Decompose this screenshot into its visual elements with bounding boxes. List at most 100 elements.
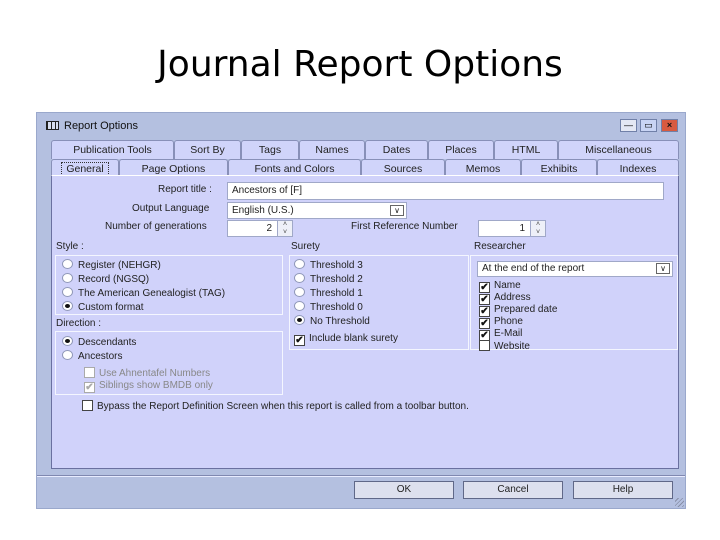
style-label: Style : xyxy=(56,241,84,252)
tab-html[interactable]: HTML xyxy=(494,140,558,159)
output-language-label: Output Language xyxy=(132,203,210,214)
chevron-down-icon[interactable]: ∨ xyxy=(656,263,670,274)
researcher-phone-checkbox[interactable]: ✔ Phone xyxy=(479,316,523,329)
checkbox-icon xyxy=(82,400,93,411)
radio-icon xyxy=(62,287,73,297)
output-language-select[interactable]: English (U.S.) ∨ xyxy=(227,202,407,219)
surety-option-no-threshold[interactable]: No Threshold xyxy=(294,315,370,328)
researcher-group: At the end of the report ∨ ✔ Name ✔ Addres… xyxy=(470,255,678,352)
tab-miscellaneous[interactable]: Miscellaneous xyxy=(558,140,679,159)
radio-selected-icon xyxy=(62,301,73,311)
checkbox-icon xyxy=(479,340,490,351)
tab-dates[interactable]: Dates xyxy=(365,140,428,159)
style-option-custom[interactable]: Custom format xyxy=(62,301,144,314)
cancel-button[interactable]: Cancel xyxy=(463,481,563,499)
checkbox-icon xyxy=(84,367,95,378)
direction-option-ancestors[interactable]: Ancestors xyxy=(62,350,122,363)
option-label: Descendants xyxy=(78,337,137,348)
style-option-record[interactable]: Record (NGSQ) xyxy=(62,273,149,286)
option-label: Siblings show BMDB only xyxy=(99,380,213,391)
radio-icon xyxy=(62,350,73,360)
generations-stepper[interactable]: 2 ˄ ˅ xyxy=(227,220,293,237)
radio-icon xyxy=(294,287,305,297)
tab-places[interactable]: Places xyxy=(428,140,494,159)
direction-option-descendants[interactable]: Descendants xyxy=(62,336,136,349)
option-label: Record (NGSQ) xyxy=(78,274,150,285)
radio-icon xyxy=(294,273,305,283)
radio-icon xyxy=(294,259,305,269)
option-label: The American Genealogist (TAG) xyxy=(78,288,226,299)
radio-selected-icon xyxy=(62,336,73,346)
title-bar[interactable]: Report Options — ▭ × xyxy=(37,113,685,137)
window-app-icon xyxy=(46,121,59,130)
option-label: Use Ahnentafel Numbers xyxy=(99,368,211,379)
style-option-register[interactable]: Register (NEHGR) xyxy=(62,259,161,272)
style-option-tag[interactable]: The American Genealogist (TAG) xyxy=(62,287,225,300)
report-title-label: Report title : xyxy=(158,184,212,195)
tab-publication-tools[interactable]: Publication Tools xyxy=(51,140,174,159)
option-label: Register (NEHGR) xyxy=(78,260,161,271)
generations-value: 2 xyxy=(266,223,272,234)
option-label: Bypass the Report Definition Screen when… xyxy=(97,401,469,412)
researcher-email-checkbox[interactable]: ✔ E-Mail xyxy=(479,328,523,341)
surety-option-threshold-2[interactable]: Threshold 2 xyxy=(294,273,363,286)
surety-option-threshold-1[interactable]: Threshold 1 xyxy=(294,287,363,300)
option-label: No Threshold xyxy=(310,316,370,327)
tab-general-label: General xyxy=(61,162,109,176)
resize-grip-icon[interactable] xyxy=(675,498,684,507)
footer-divider xyxy=(37,475,685,477)
radio-selected-icon xyxy=(294,315,305,325)
option-label: Name xyxy=(494,280,521,291)
output-language-value: English (U.S.) xyxy=(232,205,294,216)
radio-icon xyxy=(62,259,73,269)
option-label: Phone xyxy=(494,316,523,327)
chevron-down-icon[interactable]: ∨ xyxy=(390,205,404,216)
researcher-label: Researcher xyxy=(474,241,526,252)
researcher-website-checkbox[interactable]: Website xyxy=(479,340,530,352)
radio-icon xyxy=(62,273,73,283)
direction-label: Direction : xyxy=(56,318,102,329)
option-label: Address xyxy=(494,292,531,303)
help-button[interactable]: Help xyxy=(573,481,673,499)
close-button[interactable]: × xyxy=(661,119,678,132)
option-label: Threshold 0 xyxy=(310,302,363,313)
surety-option-threshold-3[interactable]: Threshold 3 xyxy=(294,259,363,272)
generations-label: Number of generations xyxy=(105,221,207,232)
surety-label: Surety xyxy=(291,241,320,252)
direction-group: Descendants Ancestors Use Ahnentafel Num… xyxy=(55,331,283,395)
tab-row-1: Publication Tools Sort By Tags Names Dat… xyxy=(51,140,679,160)
first-ref-label: First Reference Number xyxy=(351,221,458,232)
window-title: Report Options xyxy=(64,120,138,132)
option-label: Custom format xyxy=(78,302,144,313)
option-label: Threshold 2 xyxy=(310,274,363,285)
first-ref-stepper[interactable]: 1 ˄ ˅ xyxy=(478,220,546,237)
minimize-button[interactable]: — xyxy=(620,119,637,132)
researcher-name-checkbox[interactable]: ✔ Name xyxy=(479,280,521,293)
researcher-position-value: At the end of the report xyxy=(482,263,585,274)
researcher-address-checkbox[interactable]: ✔ Address xyxy=(479,292,531,305)
spin-arrows-icon[interactable]: ˄ ˅ xyxy=(530,221,545,236)
ok-button[interactable]: OK xyxy=(354,481,454,499)
tab-names[interactable]: Names xyxy=(299,140,365,159)
maximize-button[interactable]: ▭ xyxy=(640,119,657,132)
first-ref-value: 1 xyxy=(519,223,525,234)
check-icon: ✔ xyxy=(294,335,305,346)
report-title-input[interactable]: Ancestors of [F] xyxy=(227,182,664,200)
general-tab-panel: Report title : Ancestors of [F] Output L… xyxy=(51,175,679,469)
researcher-position-select[interactable]: At the end of the report ∨ xyxy=(477,261,673,277)
bypass-definition-checkbox[interactable]: Bypass the Report Definition Screen when… xyxy=(82,400,469,413)
slide-title: Journal Report Options xyxy=(157,44,563,85)
option-label: E-Mail xyxy=(494,328,523,339)
report-options-dialog: Report Options — ▭ × Publication Tools S… xyxy=(36,112,686,509)
option-label: Threshold 1 xyxy=(310,288,363,299)
radio-icon xyxy=(294,301,305,311)
option-label: Threshold 3 xyxy=(310,260,363,271)
tab-sort-by[interactable]: Sort By xyxy=(174,140,241,159)
surety-option-threshold-0[interactable]: Threshold 0 xyxy=(294,301,363,314)
option-label: Include blank surety xyxy=(309,333,398,344)
researcher-prepared-date-checkbox[interactable]: ✔ Prepared date xyxy=(479,304,557,317)
siblings-bmdb-checkbox[interactable]: ✔ Siblings show BMDB only xyxy=(84,379,213,393)
tab-tags[interactable]: Tags xyxy=(241,140,299,159)
spin-arrows-icon[interactable]: ˄ ˅ xyxy=(277,221,292,236)
include-blank-surety-checkbox[interactable]: ✔ Include blank surety xyxy=(294,332,398,346)
